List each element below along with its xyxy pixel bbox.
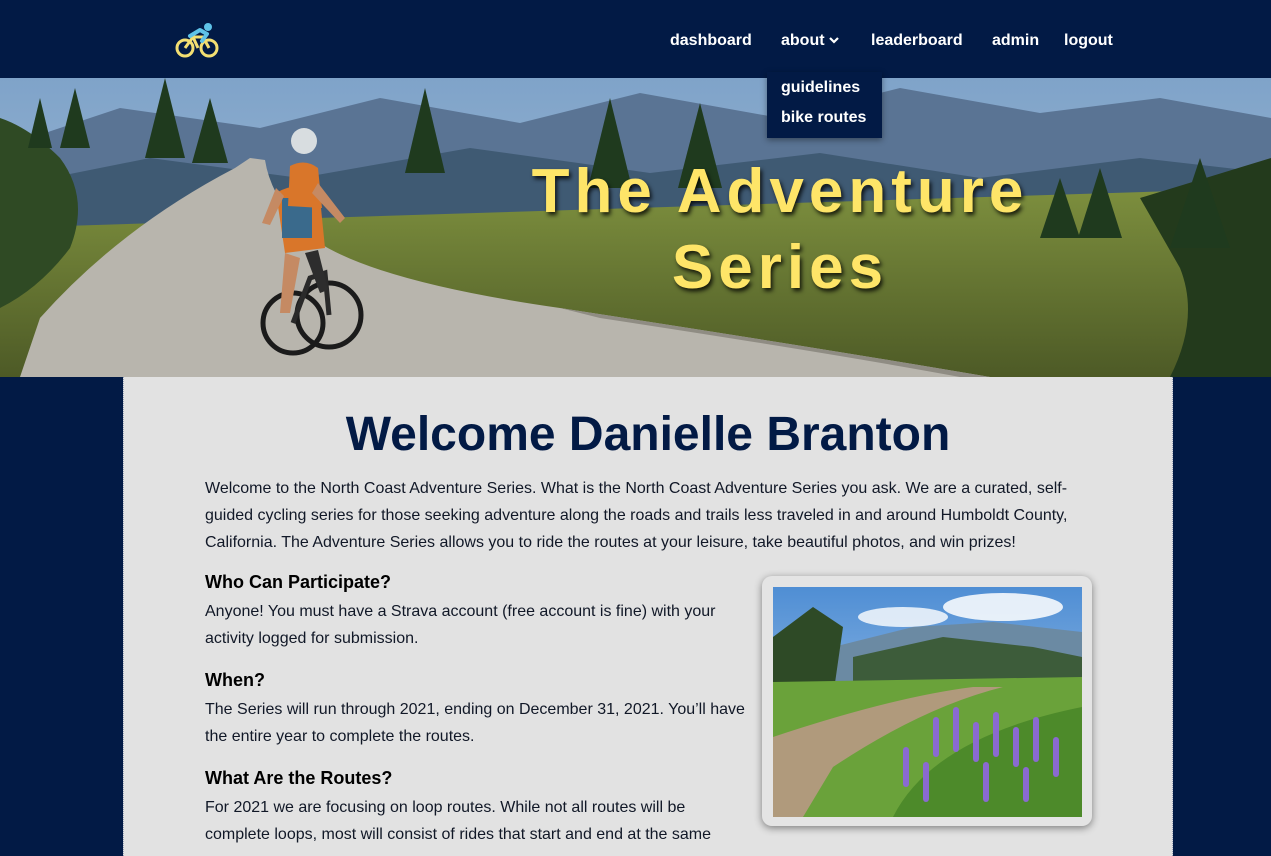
dropdown-bike-routes-link[interactable]: bike routes [781,108,866,128]
intro-paragraph: Welcome to the North Coast Adventure Ser… [205,480,1068,551]
when-text: The Series will run through 2021, ending… [205,701,745,745]
route-photo-frame [762,576,1092,826]
about-dropdown-menu: guidelines bike routes [767,72,882,138]
hero-title-line2: Series [671,233,889,302]
who-can-participate-heading: Who Can Participate? [205,572,392,592]
hero-title: The Adventure Series [500,154,1060,306]
routes-heading: What Are the Routes? [205,768,393,788]
welcome-heading: Welcome Danielle Branton [345,408,951,461]
hero-banner: The Adventure Series [0,78,1271,377]
nav-leaderboard-link[interactable]: leaderboard [871,31,963,51]
dropdown-guidelines-link[interactable]: guidelines [781,78,860,98]
nav-logout-link[interactable]: logout [1064,31,1113,51]
main-content-panel: Welcome Danielle Branton Welcome to the … [123,377,1173,856]
when-heading: When? [205,670,265,690]
navbar: dashboard about leaderboard admin logout [0,0,1271,78]
route-photo [773,587,1082,817]
nav-dashboard-link[interactable]: dashboard [670,31,752,51]
routes-text: For 2021 we are focusing on loop routes.… [205,799,712,843]
chevron-down-icon [828,37,839,44]
nav-about-link[interactable]: about [781,31,840,51]
hero-title-line1: The Adventure [531,157,1029,226]
nav-admin-link[interactable]: admin [992,31,1039,51]
who-can-participate-text: Anyone! You must have a Strava account (… [205,603,716,647]
nav-links: dashboard about leaderboard admin logout [0,0,1271,78]
nav-about-label: about [781,32,825,49]
